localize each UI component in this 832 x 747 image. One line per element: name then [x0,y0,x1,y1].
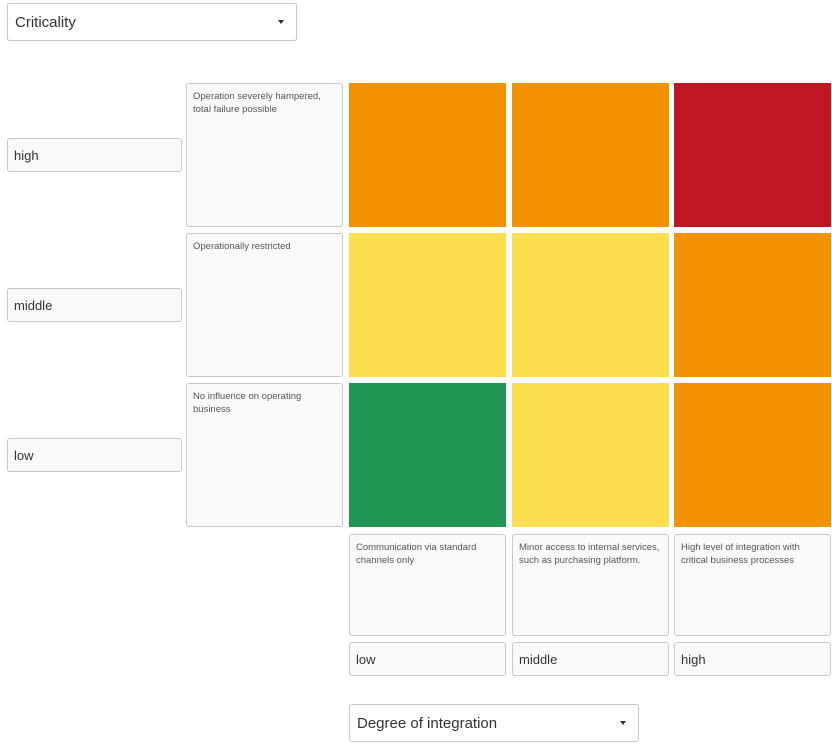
criticality-select[interactable]: Criticality [7,3,297,41]
matrix-cell[interactable] [349,383,506,527]
chevron-down-icon [278,20,284,24]
column-description-text: Minor access to internal services, such … [519,542,660,566]
row-description-middle[interactable]: Operationally restricted [186,233,343,377]
column-description-middle[interactable]: Minor access to internal services, such … [512,534,669,636]
integration-select-value: Degree of integration [357,714,498,732]
row-level-input-middle[interactable]: middle [7,288,182,322]
column-level-value: high [681,651,706,667]
column-level-value: middle [519,651,558,667]
row-level-input-low[interactable]: low [7,438,182,472]
column-description-text: Communication via standard channels only [356,542,477,566]
column-level-value: low [356,651,376,667]
matrix-cell[interactable] [349,83,506,227]
matrix-cell[interactable] [512,383,669,527]
column-level-input-middle[interactable]: middle [512,642,669,676]
row-description-text: No influence on operating business [193,391,302,415]
column-description-high[interactable]: High level of integration with critical … [674,534,831,636]
matrix-cell[interactable] [674,383,831,527]
row-level-input-high[interactable]: high [7,138,182,172]
column-level-input-high[interactable]: high [674,642,831,676]
chevron-down-icon [620,721,626,725]
row-level-value: high [14,147,39,163]
matrix-cell[interactable] [512,83,669,227]
risk-matrix-page: Criticality high middle low Operation se… [0,0,832,747]
column-description-low[interactable]: Communication via standard channels only [349,534,506,636]
matrix-cell[interactable] [674,83,831,227]
column-description-text: High level of integration with critical … [681,542,800,566]
integration-select[interactable]: Degree of integration [349,704,639,742]
matrix-cell[interactable] [349,233,506,377]
row-description-low[interactable]: No influence on operating business [186,383,343,527]
matrix-cell[interactable] [674,233,831,377]
column-level-input-low[interactable]: low [349,642,506,676]
row-description-text: Operationally restricted [193,241,291,252]
matrix-cell[interactable] [512,233,669,377]
row-level-value: low [14,447,34,463]
row-description-high[interactable]: Operation severely hampered, total failu… [186,83,343,227]
criticality-select-value: Criticality [15,13,76,31]
row-description-text: Operation severely hampered, total failu… [193,91,321,115]
row-level-value: middle [14,297,53,313]
